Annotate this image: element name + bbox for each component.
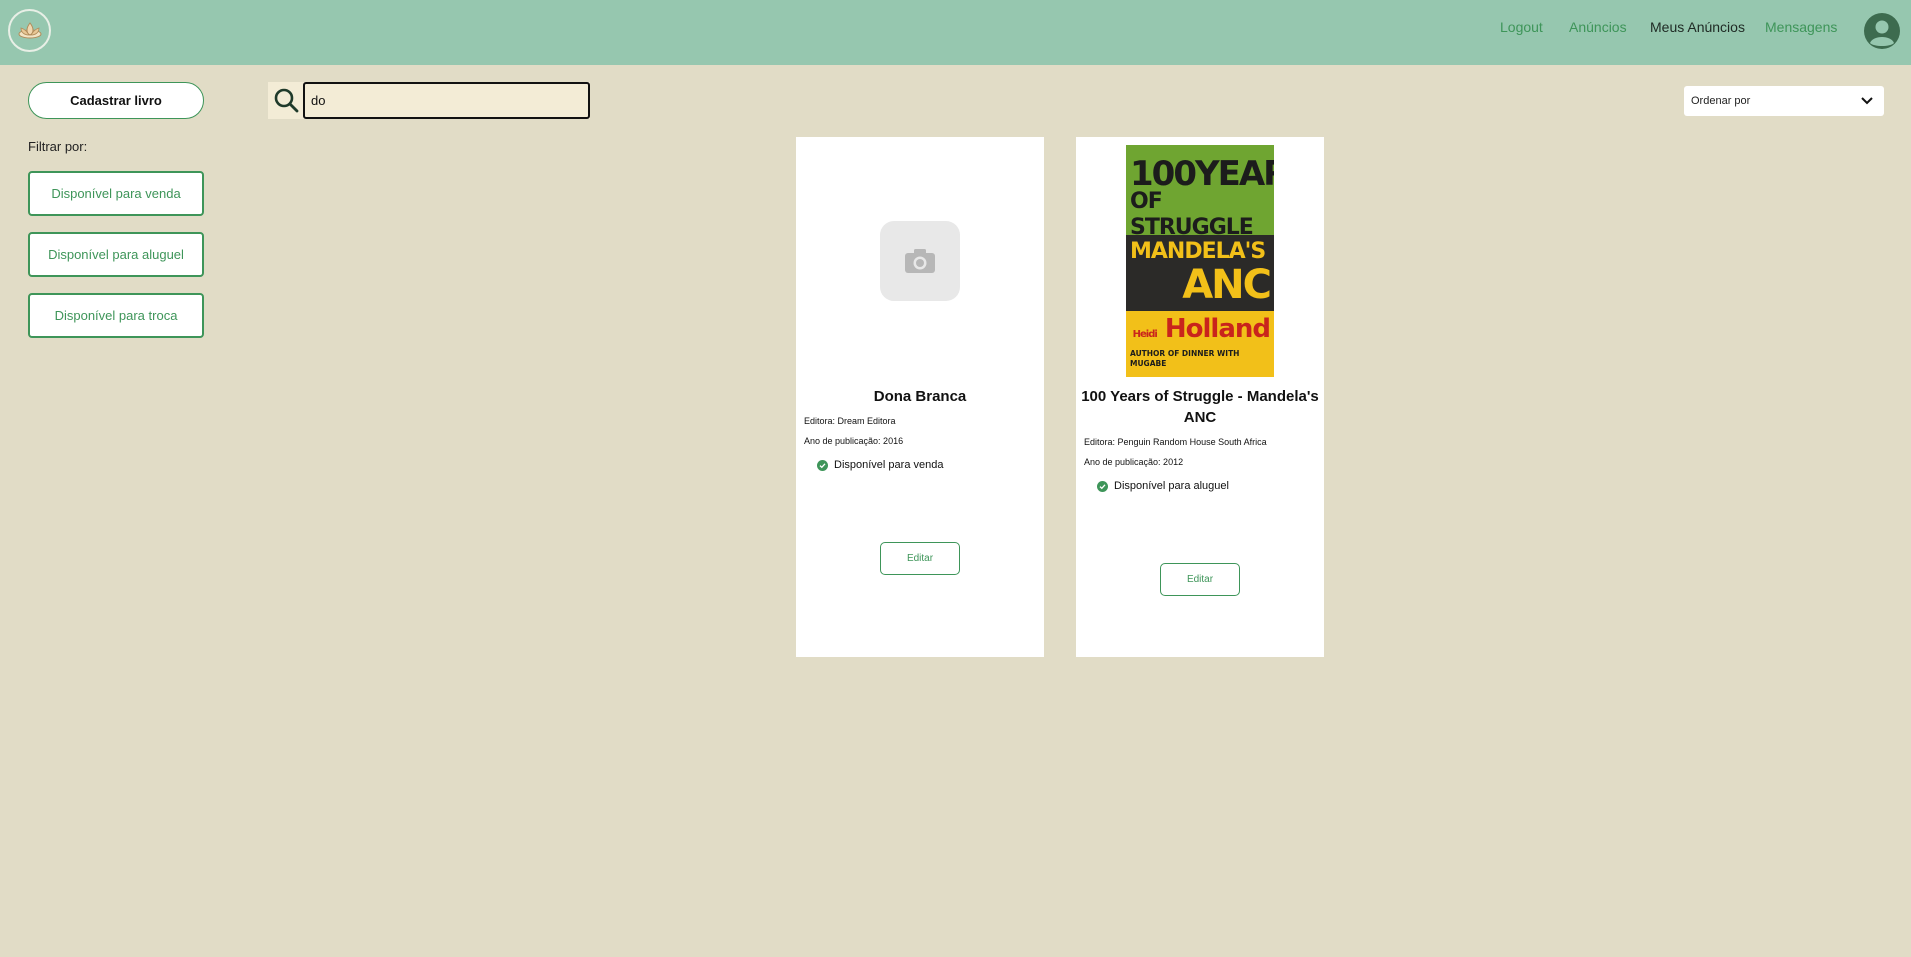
lotus-icon bbox=[18, 21, 41, 38]
top-navbar: Logout Anúncios Meus Anúncios Mensagens bbox=[0, 0, 1911, 65]
check-icon bbox=[817, 459, 828, 471]
availability-text: Disponível para venda bbox=[834, 459, 944, 471]
register-book-button[interactable]: Cadastrar livro bbox=[28, 82, 204, 119]
filter-label: Filtrar por: bbox=[28, 139, 88, 154]
image-placeholder bbox=[880, 221, 960, 301]
filter-trade-button[interactable]: Disponível para troca bbox=[28, 293, 204, 338]
book-publisher: Editora: Dream Editora bbox=[804, 416, 896, 426]
sort-label: Ordenar por bbox=[1691, 95, 1751, 107]
cover-text: OF STRUGGLE bbox=[1130, 189, 1254, 240]
edit-button[interactable]: Editar bbox=[1160, 563, 1240, 596]
edit-button[interactable]: Editar bbox=[880, 542, 960, 575]
book-card: 100YEARS OF STRUGGLE MANDELA'S ANC Heidi… bbox=[1076, 137, 1324, 657]
check-icon bbox=[1097, 480, 1108, 492]
nav-meus-anuncios[interactable]: Meus Anúncios bbox=[1650, 19, 1745, 35]
camera-icon bbox=[905, 249, 935, 273]
availability-badge: Disponível para aluguel bbox=[1097, 480, 1229, 492]
nav-anuncios[interactable]: Anúncios bbox=[1569, 19, 1627, 35]
search-icon[interactable] bbox=[273, 87, 300, 114]
nav-logout[interactable]: Logout bbox=[1500, 19, 1543, 35]
cover-text: 100YEARS bbox=[1130, 154, 1274, 194]
lotus-logo[interactable] bbox=[8, 9, 51, 52]
book-publisher: Editora: Penguin Random House South Afri… bbox=[1084, 437, 1267, 447]
chevron-down-icon bbox=[1861, 97, 1873, 105]
book-card: Dona Branca Editora: Dream Editora Ano d… bbox=[796, 137, 1044, 657]
search-bar bbox=[268, 82, 590, 119]
availability-text: Disponível para aluguel bbox=[1114, 480, 1229, 492]
search-input[interactable] bbox=[303, 82, 590, 119]
cover-text: Heidi Holland bbox=[1132, 314, 1271, 344]
user-avatar-icon[interactable] bbox=[1864, 13, 1900, 49]
filter-sale-button[interactable]: Disponível para venda bbox=[28, 171, 204, 216]
cover-text: AUTHOR OF DINNER WITH MUGABE bbox=[1130, 349, 1240, 368]
book-year: Ano de publicação: 2012 bbox=[1084, 457, 1184, 467]
book-cover: 100YEARS OF STRUGGLE MANDELA'S ANC Heidi… bbox=[1126, 145, 1274, 377]
book-title: 100 Years of Struggle - Mandela's ANC bbox=[1081, 388, 1319, 426]
filter-rent-button[interactable]: Disponível para aluguel bbox=[28, 232, 204, 277]
book-year: Ano de publicação: 2016 bbox=[804, 436, 904, 446]
availability-badge: Disponível para venda bbox=[817, 459, 943, 471]
cover-text: ANC bbox=[1182, 262, 1272, 308]
sort-select[interactable]: Ordenar por bbox=[1684, 86, 1884, 116]
nav-mensagens[interactable]: Mensagens bbox=[1765, 19, 1837, 35]
book-title: Dona Branca bbox=[873, 388, 967, 405]
